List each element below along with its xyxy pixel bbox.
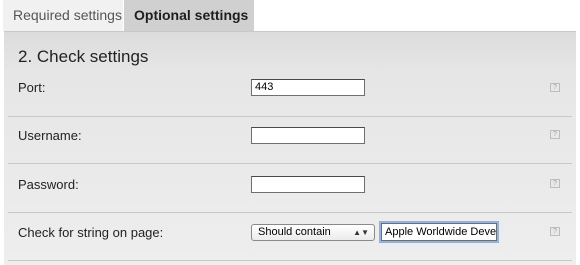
password-help-icon[interactable]: ? <box>550 179 560 188</box>
check-string-text-input[interactable]: Apple Worldwide Deve <box>381 223 497 241</box>
up-down-arrows-icon: ▲▼ <box>353 228 369 237</box>
check-string-mode-value: Should contain <box>258 226 331 238</box>
check-string-mode-select[interactable]: Should contain ▲▼ <box>251 224 375 241</box>
username-input[interactable] <box>251 127 365 144</box>
port-help-icon[interactable]: ? <box>550 83 560 92</box>
divider <box>8 260 572 261</box>
settings-tab-bar: Required settings Optional settings <box>0 0 580 31</box>
divider <box>8 116 572 117</box>
username-label: Username: <box>18 128 82 143</box>
divider <box>8 163 572 164</box>
optional-settings-panel: 2. Check settings Port: 443 ? Username: … <box>4 31 576 265</box>
check-string-label: Check for string on page: <box>18 225 164 240</box>
check-string-help-icon[interactable]: ? <box>550 227 560 236</box>
password-label: Password: <box>18 177 79 192</box>
tab-optional-settings[interactable]: Optional settings <box>124 0 254 31</box>
port-label: Port: <box>18 80 46 95</box>
username-help-icon[interactable]: ? <box>550 130 560 139</box>
section-title: 2. Check settings <box>18 47 149 66</box>
divider <box>8 212 572 213</box>
port-input[interactable]: 443 <box>251 79 365 96</box>
tab-required-settings[interactable]: Required settings <box>3 0 123 31</box>
password-input[interactable] <box>251 176 365 193</box>
